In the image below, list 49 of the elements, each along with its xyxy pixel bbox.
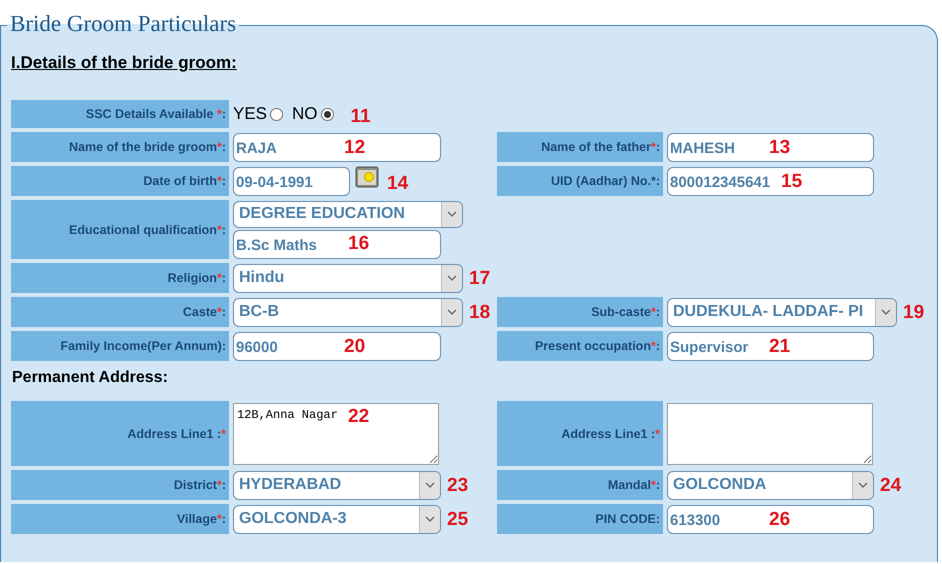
section-heading: Permanent Address: <box>12 369 169 388</box>
field-label: Name of the bride groom*: <box>11 132 229 162</box>
annotation-number: 13 <box>769 137 790 159</box>
dropdown[interactable]: DEGREE EDUCATION <box>233 200 463 228</box>
field-label: Family Income(Per Annum): <box>11 331 229 361</box>
field-label: Present occupation*: <box>497 331 663 361</box>
calendar-icon[interactable] <box>355 166 379 188</box>
field-label: Mandal*: <box>497 470 663 500</box>
field-label: SSC Details Available *: <box>11 100 229 128</box>
field-label: Educational qualification*: <box>11 200 229 259</box>
section-heading: I.Details of the bride groom: <box>11 53 238 73</box>
field-label: Name of the father*: <box>497 132 663 162</box>
input-field[interactable]: 09-04-1991 <box>233 166 350 196</box>
annotation-number: 15 <box>781 171 802 193</box>
field-label: UID (Aadhar) No.*: <box>497 166 663 196</box>
dropdown[interactable]: DUDEKULA- LADDAF- PI <box>667 298 897 326</box>
field-label: District*: <box>11 470 229 500</box>
annotation-number: 19 <box>903 302 924 324</box>
field-label: Village*: <box>11 504 229 534</box>
field-label: Religion*: <box>11 263 229 293</box>
annotation-number: 25 <box>447 509 468 531</box>
annotation-number: 17 <box>469 268 490 290</box>
dropdown[interactable]: HYDERABAD <box>233 470 441 500</box>
annotation-number: 16 <box>348 232 370 254</box>
field-label: Address Line1 :* <box>11 401 229 466</box>
radio-button[interactable] <box>320 108 334 120</box>
field-label: Date of birth*: <box>11 166 229 196</box>
field-label: Sub-caste*: <box>497 297 663 327</box>
dropdown[interactable]: BC-B <box>233 298 463 326</box>
radio-button[interactable] <box>270 108 284 120</box>
annotation-number: 22 <box>348 406 370 428</box>
dropdown[interactable]: Hindu <box>233 264 463 292</box>
annotation-number: 11 <box>350 106 371 128</box>
annotation-number: 20 <box>344 336 366 358</box>
text-area[interactable] <box>667 402 873 464</box>
annotation-number: 12 <box>344 137 366 159</box>
radio-label: YES <box>233 104 268 124</box>
annotation-number: 21 <box>769 336 790 358</box>
annotation-number: 24 <box>880 475 902 497</box>
dropdown[interactable]: GOLCONDA-3 <box>233 504 441 534</box>
field-label: PIN CODE: <box>497 504 663 534</box>
field-label: Caste*: <box>11 297 229 327</box>
radio-label: NO <box>292 104 318 124</box>
annotation-number: 18 <box>469 302 490 324</box>
annotation-number: 23 <box>447 475 468 497</box>
annotation-number: 26 <box>769 509 790 531</box>
field-label: Address Line1 :* <box>497 401 663 466</box>
dropdown[interactable]: GOLCONDA <box>667 470 874 500</box>
annotation-number: 14 <box>387 173 408 195</box>
